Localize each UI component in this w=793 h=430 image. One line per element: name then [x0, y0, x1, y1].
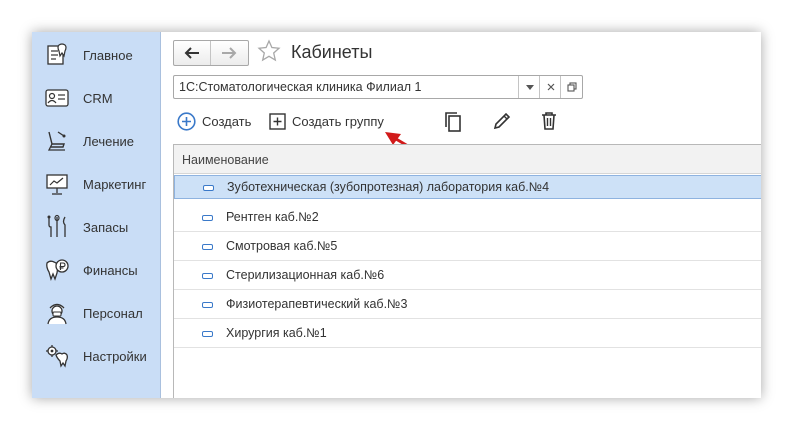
sidebar-item-label: Запасы — [83, 220, 129, 235]
list-item[interactable]: Смотровая каб.№5 — [174, 232, 761, 261]
sidebar-item-label: Персонал — [83, 306, 143, 321]
dental-tools-icon — [47, 214, 66, 237]
list-item-text: Физиотерапевтический каб.№3 — [226, 297, 408, 311]
plus-circle-icon — [177, 111, 196, 131]
tooth-ruble-icon — [46, 259, 69, 282]
sidebar-item-settings[interactable]: Настройки — [32, 338, 160, 374]
list-item-text: Стерилизационная каб.№6 — [226, 268, 385, 282]
list-item-text: Смотровая каб.№5 — [226, 239, 338, 253]
sidebar-item-label: CRM — [83, 91, 113, 106]
list-item-text: Хирургия каб.№1 — [226, 326, 327, 340]
presentation-board-icon — [46, 174, 68, 195]
history-nav — [173, 40, 249, 66]
sidebar-item-staff[interactable]: Персонал — [32, 295, 160, 331]
close-icon — [547, 83, 554, 91]
pencil-icon — [493, 112, 511, 130]
dental-chair-icon — [47, 131, 66, 151]
sidebar-item-label: Настройки — [83, 349, 147, 364]
sidebar-item-marketing[interactable]: Маркетинг — [32, 166, 160, 202]
create-button[interactable]: Создать — [177, 108, 251, 134]
back-button[interactable] — [174, 41, 210, 65]
list-item-text: Зуботехническая (зубопротезная) лаборато… — [227, 180, 550, 194]
open-button[interactable] — [560, 76, 582, 98]
page-title: Кабинеты — [291, 42, 373, 62]
sidebar-item-main[interactable]: Главное — [32, 37, 160, 73]
sidebar-item-label: Маркетинг — [83, 177, 147, 192]
list-header: Наименование — [174, 145, 761, 174]
doctor-icon — [47, 303, 67, 325]
favorite-star-icon[interactable] — [257, 39, 281, 63]
item-marker-icon — [202, 302, 213, 308]
open-window-icon — [566, 82, 577, 92]
item-marker-icon — [202, 273, 213, 279]
sidebar-item-treatment[interactable]: Лечение — [32, 123, 160, 159]
organization-value: 1С:Стоматологическая клиника Филиал 1 — [179, 80, 422, 94]
tooth-gear-icon — [46, 345, 68, 368]
home-tooth-icon — [47, 43, 67, 65]
arrow-left-icon — [184, 47, 199, 59]
main-area: Кабинеты 1С:Стоматологическая клиника Фи… — [161, 32, 761, 398]
sidebar-item-stock[interactable]: Запасы — [32, 209, 160, 245]
dropdown-button[interactable] — [518, 76, 540, 98]
list-item[interactable]: Зуботехническая (зубопротезная) лаборато… — [174, 175, 761, 199]
sidebar-item-finance[interactable]: Финансы — [32, 252, 160, 288]
item-marker-icon — [202, 215, 213, 221]
list-item[interactable]: Физиотерапевтический каб.№3 — [174, 290, 761, 319]
trash-icon — [542, 112, 556, 130]
edit-button[interactable] — [492, 108, 512, 134]
sidebar-item-label: Главное — [83, 48, 133, 63]
sidebar-item-label: Лечение — [83, 134, 135, 149]
organization-select[interactable]: 1С:Стоматологическая клиника Филиал 1 — [173, 75, 583, 99]
app-window: Главное CRM Лечение Маркетинг Запасы Фин… — [32, 32, 761, 398]
column-header-name[interactable]: Наименование — [182, 153, 269, 167]
arrow-right-icon — [222, 47, 237, 59]
list-item[interactable]: Стерилизационная каб.№6 — [174, 261, 761, 290]
create-group-button[interactable]: Создать группу — [269, 108, 384, 134]
sidebar: Главное CRM Лечение Маркетинг Запасы Фин… — [32, 32, 161, 398]
list-item[interactable]: Хирургия каб.№1 — [174, 319, 761, 348]
create-group-label: Создать группу — [292, 113, 384, 129]
forward-button[interactable] — [211, 41, 247, 65]
chevron-down-icon — [525, 84, 534, 90]
item-marker-icon — [202, 244, 213, 250]
clear-button[interactable] — [539, 76, 561, 98]
id-card-icon — [45, 89, 69, 107]
plus-square-icon — [269, 112, 286, 130]
list-item[interactable]: Рентген каб.№2 — [174, 203, 761, 232]
list-item-text: Рентген каб.№2 — [226, 210, 319, 224]
item-marker-icon — [203, 185, 214, 191]
delete-button[interactable] — [540, 108, 558, 134]
create-button-label: Создать — [202, 113, 252, 129]
sidebar-item-crm[interactable]: CRM — [32, 80, 160, 116]
rooms-list: Наименование Зуботехническая (зубопротез… — [173, 144, 761, 398]
item-marker-icon — [202, 331, 213, 337]
sidebar-item-label: Финансы — [83, 263, 138, 278]
